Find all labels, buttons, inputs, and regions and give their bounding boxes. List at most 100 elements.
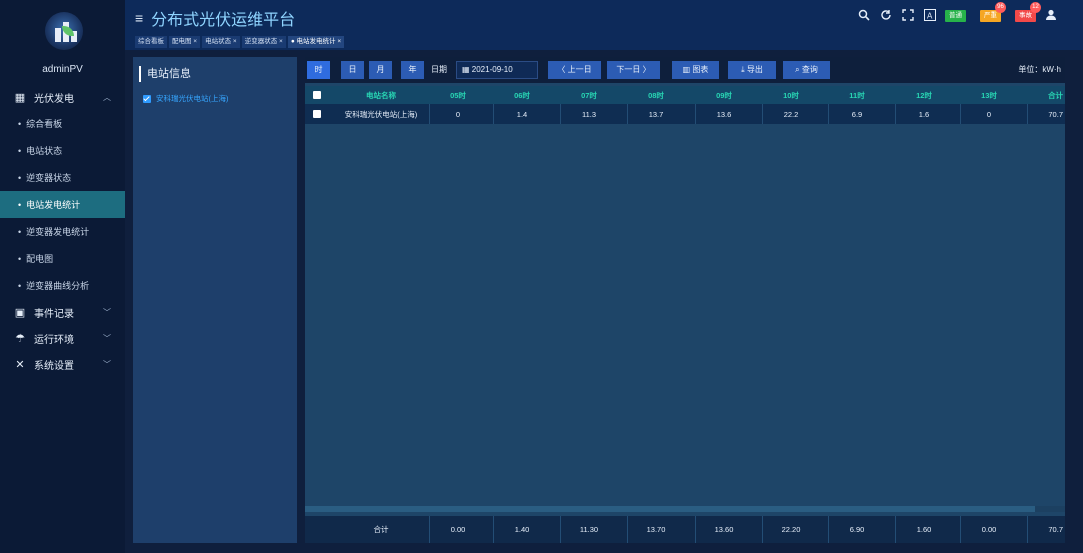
- select-all-cell[interactable]: [309, 86, 329, 104]
- sidebar-item-distribution[interactable]: • 配电图: [0, 245, 125, 272]
- period-year-button[interactable]: 年: [401, 61, 424, 79]
- station-checkbox-label: 安科瑞光伏电站(上海): [156, 94, 229, 103]
- main-panel: 时 日 月 年 日期 ▦ 2021-09-10 〈 上一日 下一日 〉 ▥ 图表…: [305, 57, 1065, 543]
- table-cell: 0: [455, 109, 461, 119]
- sidebar-item-label: 逆变器曲线分析: [26, 281, 90, 291]
- tab-inverter-status[interactable]: 逆变器状态 ×: [241, 36, 286, 48]
- footer-cell: 0.00: [981, 525, 997, 534]
- search-icon[interactable]: [857, 9, 871, 23]
- sidebar-group-events[interactable]: ▣ 事件记录 ﹀: [0, 299, 125, 325]
- tab-station-generation[interactable]: ● 电站发电统计 ×: [287, 36, 345, 48]
- select-all-checkbox[interactable]: [312, 91, 321, 99]
- col-header[interactable]: 06时: [493, 86, 551, 104]
- unit-label: 单位：kW·h: [1018, 65, 1061, 74]
- sidebar-item-station-generation[interactable]: • 电站发电统计: [0, 191, 125, 218]
- footer-cell: 6.90: [849, 525, 865, 534]
- sidebar-item-label: 配电图: [26, 254, 54, 264]
- tab-bar: 综合看板 配电图 × 电站状态 × 逆变器状态 × ● 电站发电统计 ×: [135, 36, 345, 48]
- col-header[interactable]: 13时: [960, 86, 1018, 104]
- table-footer: 合计 0.00 1.40 11.30 13.70 13.60 22.20 6.9…: [305, 516, 1065, 543]
- query-button[interactable]: ⌕ 查询: [783, 61, 830, 79]
- header: ≡ 分布式光伏运维平台 综合看板 配电图 × 电站状态 × 逆变器状态 × ● …: [125, 0, 1083, 50]
- alert-normal-label: 普通: [949, 12, 962, 19]
- station-panel: 电站信息 安科瑞光伏电站(上海): [133, 57, 297, 543]
- table-cell: 1.6: [918, 109, 930, 119]
- sidebar-item-overview[interactable]: • 综合看板: [0, 110, 125, 137]
- sidebar-item-inverter-generation[interactable]: • 逆变器发电统计: [0, 218, 125, 245]
- table-cell: 0: [986, 109, 992, 119]
- table-cell: 6.9: [851, 109, 863, 119]
- tab-distribution[interactable]: 配电图 ×: [169, 36, 201, 48]
- col-header[interactable]: 10时: [762, 86, 820, 104]
- fullscreen-icon[interactable]: [901, 9, 915, 23]
- footer-cell: 13.60: [714, 525, 734, 534]
- col-header[interactable]: 09时: [695, 86, 753, 104]
- table-cell: 1.4: [516, 109, 528, 119]
- alert-accident-count: 12: [1030, 2, 1041, 13]
- footer-cell: 11.30: [579, 525, 599, 534]
- sidebar-item-label: 电站状态: [26, 146, 63, 156]
- period-hour-button[interactable]: 时: [307, 61, 330, 79]
- sidebar-group-pv[interactable]: ▦ 光伏发电 ︿: [0, 84, 125, 110]
- table-cell: 22.2: [783, 109, 799, 119]
- sidebar-group-environment[interactable]: ☂ 运行环境 ﹀: [0, 325, 125, 351]
- horizontal-scrollbar-thumb[interactable]: [305, 506, 1035, 512]
- table-cell: 11.3: [581, 109, 597, 119]
- sidebar-group-settings[interactable]: ✕ 系统设置 ﹀: [0, 351, 125, 377]
- col-header[interactable]: 12时: [895, 86, 953, 104]
- sidebar-group-label: 系统设置: [34, 360, 74, 372]
- period-month-button[interactable]: 月: [369, 61, 392, 79]
- alert-serious-button[interactable]: 严重 96: [980, 2, 1006, 22]
- user-icon[interactable]: [1044, 9, 1058, 23]
- footer-cell: 70.7: [1048, 525, 1063, 534]
- alert-normal-button[interactable]: 普通: [945, 10, 966, 22]
- search-icon: ⌕: [795, 65, 802, 74]
- sidebar-item-station-status[interactable]: • 电站状态: [0, 137, 125, 164]
- alert-accident-button[interactable]: 事故 12: [1015, 2, 1041, 22]
- chevron-down-icon: ﹀: [103, 360, 111, 369]
- sidebar-group-label: 事件记录: [34, 308, 74, 320]
- app-title-text: 分布式光伏运维平台: [151, 12, 296, 29]
- logo-building: [55, 28, 61, 42]
- col-header[interactable]: 05时: [429, 86, 487, 104]
- footer-cell: 22.20: [781, 525, 801, 534]
- station-checkbox-item[interactable]: 安科瑞光伏电站(上海): [143, 93, 229, 104]
- svg-text:A: A: [927, 12, 933, 21]
- row-select-cell[interactable]: [309, 104, 329, 124]
- tab-station-status[interactable]: 电站状态 ×: [202, 36, 240, 48]
- footer-cell: 0.00: [450, 525, 466, 534]
- date-input[interactable]: ▦ 2021-09-10: [456, 61, 538, 79]
- alert-accident-label: 事故: [1019, 12, 1032, 19]
- refresh-icon[interactable]: [879, 9, 893, 23]
- sidebar-item-label: 综合看板: [26, 119, 63, 129]
- sidebar-item-inverter-curve[interactable]: • 逆变器曲线分析: [0, 272, 125, 299]
- col-header[interactable]: 07时: [560, 86, 618, 104]
- col-header-total[interactable]: 合计: [1027, 86, 1065, 104]
- prev-day-button[interactable]: 〈 上一日: [548, 61, 601, 79]
- footer-cell: 1.60: [916, 525, 932, 534]
- next-day-button[interactable]: 下一日 〉: [607, 61, 660, 79]
- sidebar-group-label: 运行环境: [34, 334, 74, 346]
- sidebar-group-label: 光伏发电: [34, 93, 74, 105]
- table-cell: 70.7: [1048, 109, 1063, 119]
- col-header[interactable]: 11时: [828, 86, 886, 104]
- sidebar-item-label: 电站发电统计: [26, 200, 81, 210]
- tab-overview[interactable]: 综合看板: [135, 36, 167, 48]
- logo: [45, 12, 83, 50]
- sidebar-item-inverter-status[interactable]: • 逆变器状态: [0, 164, 125, 191]
- username[interactable]: adminPV: [0, 64, 125, 75]
- footer-cell: 13.70: [646, 525, 666, 534]
- row-checkbox[interactable]: [312, 110, 321, 118]
- col-header[interactable]: 08时: [627, 86, 685, 104]
- period-day-button[interactable]: 日: [341, 61, 364, 79]
- export-button[interactable]: ⤓ 导出: [728, 61, 776, 79]
- font-size-icon[interactable]: A: [923, 9, 937, 23]
- sidebar-nav: ▦ 光伏发电 ︿ • 综合看板 • 电站状态 • 逆变器状态 • 电站发电统计 • 逆变器…: [0, 84, 125, 377]
- table-row[interactable]: 安科瑞光伏电站(上海) 0 1.4 11.3 13.7 13.6 22.2 6.…: [305, 104, 1065, 124]
- grid-icon: ▦: [14, 91, 26, 104]
- chevron-down-icon: ﹀: [103, 308, 111, 317]
- chart-button[interactable]: ▥ 图表: [672, 61, 719, 79]
- station-checkbox[interactable]: [143, 94, 151, 103]
- col-header-station[interactable]: 电站名称: [335, 86, 427, 104]
- menu-icon[interactable]: ≡: [135, 10, 143, 26]
